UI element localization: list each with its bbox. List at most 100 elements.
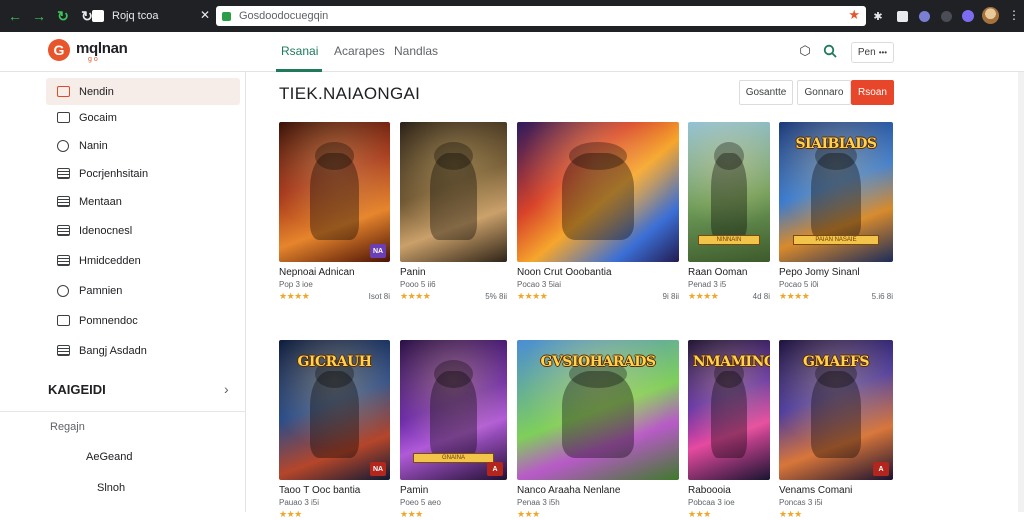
sidebar-item[interactable]: Nanin (46, 132, 240, 159)
game-publisher: Penad 3 i5 (688, 280, 727, 289)
sidebar-section-title[interactable]: KAIGEIDI (48, 382, 106, 397)
game-cover-image[interactable]: GICRAUH NA (279, 340, 390, 480)
square-icon (56, 315, 70, 327)
game-title[interactable]: Raboooia (688, 485, 770, 496)
tab-categories[interactable]: Acarapes (334, 44, 385, 58)
game-publisher: Pauao 3 i5i (279, 498, 320, 507)
game-card[interactable]: GVSIOHARADS Nanco Araaha Nenlane Penaa 3 i… (517, 340, 679, 520)
bookmark-star-icon[interactable]: ★ (848, 7, 860, 23)
tab-home[interactable]: Rsanai (281, 44, 318, 58)
character-figure (562, 152, 634, 240)
game-publisher: Pop 3 ioe (279, 280, 313, 289)
star-rating-icon: ★★★ (688, 509, 711, 519)
back-icon[interactable]: ← (6, 7, 24, 25)
game-cover-image[interactable]: GVSIOHARADS (517, 340, 679, 480)
game-card[interactable]: GNAINA A Pamin Poeo 5 aeo ★★★ (400, 340, 507, 520)
sidebar-item[interactable]: Pamnien (46, 277, 240, 304)
close-tab-icon[interactable]: ✕ (200, 8, 210, 22)
game-cover-image[interactable] (517, 122, 679, 262)
forward-icon[interactable]: → (30, 7, 48, 25)
tab-favicon-icon (92, 10, 104, 22)
sidebar: Nendin Gocaim Nanin Pocrjenhsitain Mentaan Id… (0, 72, 246, 512)
game-title[interactable]: Pamin (400, 485, 507, 496)
extension-icon[interactable] (938, 8, 954, 24)
game-title[interactable]: Venams Comani (779, 485, 893, 496)
browser-toolbar: ← → ↻ ↻ Rojq tcoa ✕ Gosdoodocuegqin ★ ✱ … (0, 0, 1024, 32)
sidebar-item[interactable]: Hmidcedden (46, 247, 240, 274)
logo-text[interactable]: mqlnan (76, 40, 128, 57)
sidebar-item[interactable]: Pomnendoc (46, 307, 240, 334)
game-cover-image[interactable]: SIAIBIADS PAIAN NASAIE (779, 122, 893, 262)
grid-icon (56, 255, 70, 267)
puzzle-icon[interactable]: ⬡ (796, 42, 814, 60)
sidebar-item-label: Nanin (79, 139, 108, 152)
game-cover-image[interactable]: GNAINA A (400, 340, 507, 480)
avatar[interactable] (982, 7, 999, 24)
game-card[interactable]: GMAEFS A Venams Comani Poncas 3 i5i ★★★ (779, 340, 893, 520)
sidebar-item[interactable]: Idenocnesl (46, 217, 240, 244)
game-cover-image[interactable]: NINNAIN (688, 122, 770, 262)
game-cover-image[interactable]: NMAMINC (688, 340, 770, 480)
sidebar-item-label: Idenocnesl (79, 224, 133, 237)
game-card[interactable]: GICRAUH NA Taoo T Ooc bantia Pauao 3 i5i ★★★ (279, 340, 390, 520)
cover-nameplate: PAIAN NASAIE (792, 235, 880, 246)
sidebar-item[interactable]: Mentaan (46, 188, 240, 215)
main-content: TIEK.NAIAONGAI Gosantte Gonnaro Rsoan NA… (247, 72, 1024, 519)
sidebar-item[interactable]: Pocrjenhsitain (46, 160, 240, 187)
sidebar-item[interactable]: Gocaim (46, 104, 240, 131)
sidebar-item[interactable]: Nendin (46, 78, 240, 105)
sidebar-item-label: Nendin (79, 85, 114, 98)
filter-button-2[interactable]: Gonnaro (797, 80, 851, 105)
game-cover-image[interactable]: NA (279, 122, 390, 262)
game-meta: ★★★★ 5.i6 8i (779, 291, 893, 302)
star-rating-icon: ★★★★ (688, 291, 719, 301)
extension-icon[interactable] (894, 8, 910, 24)
page-title: TIEK.NAIAONGAI (279, 84, 421, 103)
game-meta: ★★★ (400, 509, 507, 520)
primary-action-button[interactable]: Rsoan (851, 80, 894, 105)
game-publisher: Pooo 5 ii6 (400, 280, 436, 289)
extension-icon[interactable] (960, 8, 976, 24)
search-icon[interactable] (821, 42, 839, 60)
tab-more[interactable]: Nandlas (394, 44, 438, 58)
game-card[interactable]: NMAMINC Raboooia Pobcaa 3 ioe ★★★ (688, 340, 770, 520)
filter-button-1[interactable]: Gosantte (739, 80, 793, 105)
reload-icon[interactable]: ↻ (54, 7, 72, 25)
star-rating-icon: ★★★ (517, 509, 540, 519)
browser-tab[interactable]: Rojq tcoa ✕ (92, 6, 210, 26)
character-figure (710, 152, 748, 240)
sidebar-item-label: Hmidcedden (79, 254, 141, 267)
header-menu-button[interactable]: Pen ••• (851, 42, 894, 63)
game-card[interactable]: NA Nepnoai Adnican Pop 3 ioe ★★★★ Isot 8i (279, 122, 390, 302)
game-title[interactable]: Taoo T Ooc bantia (279, 485, 390, 496)
game-title[interactable]: Nepnoai Adnican (279, 267, 390, 278)
sidebar-item[interactable]: Bangj Asdadn (46, 337, 240, 364)
star-rating-icon: ★★★★ (779, 291, 810, 301)
character-figure (429, 152, 478, 240)
game-title[interactable]: Pepo Jomy Sinanl (779, 267, 893, 278)
game-title[interactable]: Noon Crut Ooobantia (517, 267, 679, 278)
sidebar-sub-item[interactable]: AeGeand (86, 451, 132, 463)
url-text: Gosdoodocuegqin (239, 10, 329, 22)
browser-menu-icon[interactable]: ⋮ (1008, 8, 1020, 22)
extension-icon[interactable] (916, 8, 932, 24)
extension-icon[interactable]: ✱ (870, 8, 886, 24)
sidebar-sub-item[interactable]: Slnoh (97, 482, 125, 494)
logo-icon[interactable]: G (48, 39, 70, 61)
cover-nameplate: NINNAIN (697, 235, 761, 246)
address-bar[interactable]: Gosdoodocuegqin ★ (216, 6, 866, 26)
game-title[interactable]: Nanco Araaha Nenlane (517, 485, 679, 496)
scrollbar[interactable] (1018, 72, 1024, 512)
character-figure (562, 370, 634, 458)
game-title[interactable]: Raan Ooman (688, 267, 770, 278)
game-card[interactable]: Panin Pooo 5 ii6 ★★★★ 5% 8ii (400, 122, 507, 302)
game-card[interactable]: SIAIBIADS PAIAN NASAIE Pepo Jomy Sinanl Poc… (779, 122, 893, 302)
game-title[interactable]: Panin (400, 267, 507, 278)
game-card[interactable]: NINNAIN Raan Ooman Penad 3 i5 ★★★★ 4d 8i (688, 122, 770, 302)
chevron-right-icon[interactable]: › (224, 381, 229, 397)
rating-badge: A (873, 462, 889, 476)
star-rating-icon: ★★★ (279, 509, 302, 519)
game-cover-image[interactable] (400, 122, 507, 262)
game-card[interactable]: Noon Crut Ooobantia Pocao 3 5iai ★★★★ 9i 8i… (517, 122, 679, 302)
game-cover-image[interactable]: GMAEFS A (779, 340, 893, 480)
